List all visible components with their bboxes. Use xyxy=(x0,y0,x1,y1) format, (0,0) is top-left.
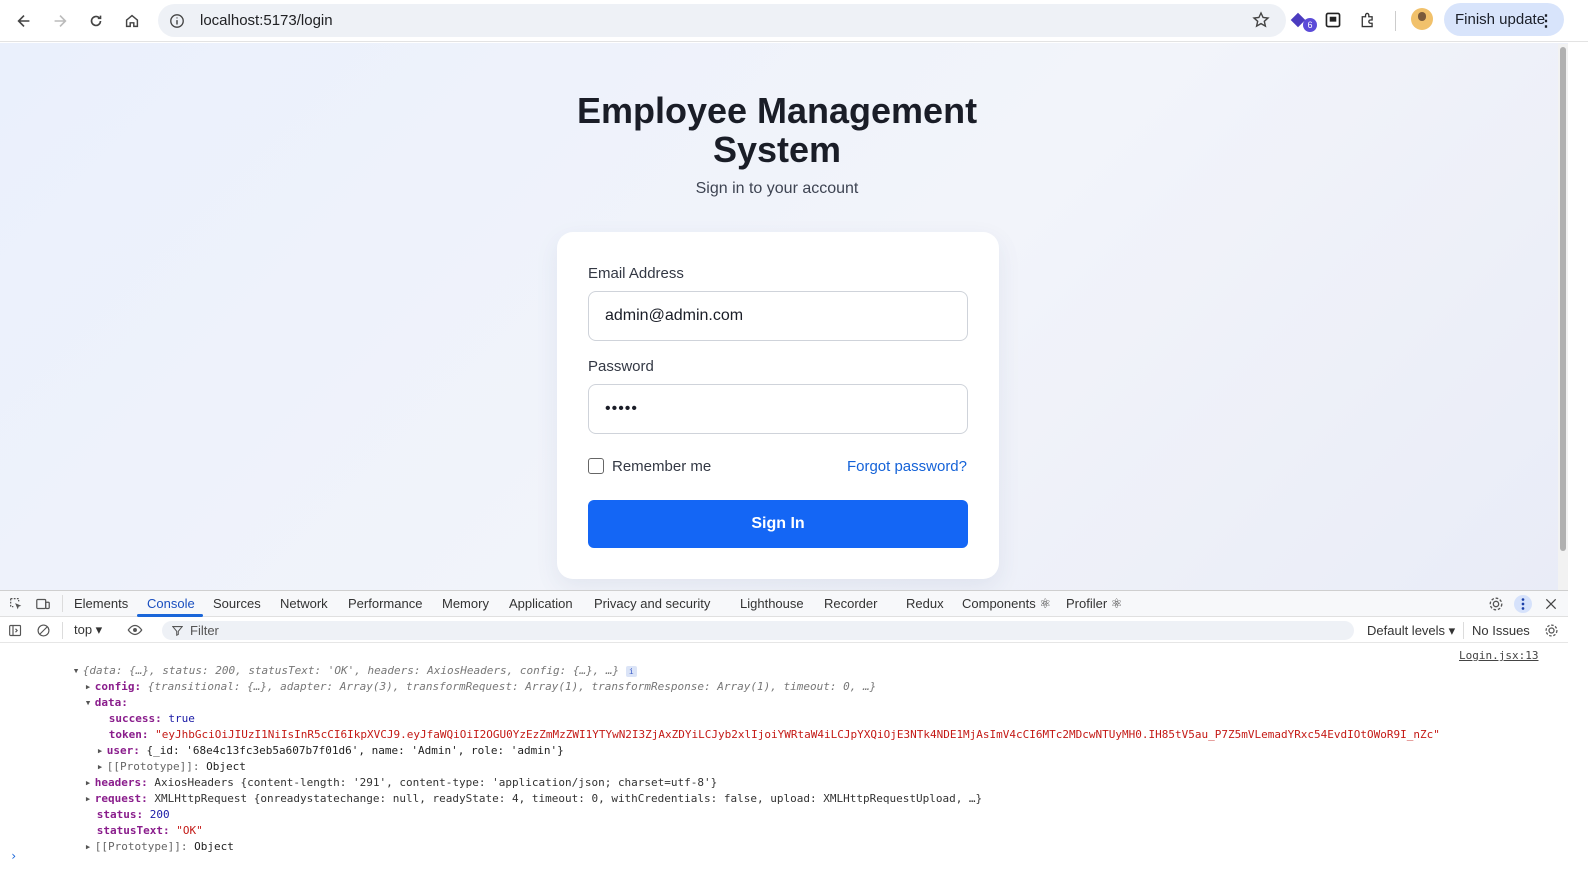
request-value: XMLHttpRequest {onreadystatechange: null… xyxy=(154,792,983,805)
remember-label: Remember me xyxy=(612,458,712,475)
site-info-icon[interactable] xyxy=(168,12,186,30)
email-label: Email Address xyxy=(588,265,684,282)
home-icon[interactable] xyxy=(118,7,146,35)
remember-checkbox[interactable] xyxy=(588,458,604,474)
tab-separator xyxy=(62,595,63,612)
log-levels-dropdown[interactable]: Default levels ▾ xyxy=(1367,623,1455,639)
bookmark-star-icon[interactable] xyxy=(1252,11,1270,29)
tab-application[interactable]: Application xyxy=(509,596,573,611)
login-card: Email Address admin@admin.com Password •… xyxy=(557,232,999,579)
console-settings-icon[interactable] xyxy=(1542,621,1560,639)
close-devtools-icon[interactable] xyxy=(1542,595,1560,613)
tab-lighthouse[interactable]: Lighthouse xyxy=(740,596,804,611)
context-selector[interactable]: top ▾ xyxy=(74,622,102,638)
finish-update-label: Finish update xyxy=(1455,11,1546,28)
puzzle-extensions-icon[interactable] xyxy=(1357,9,1379,31)
filter-placeholder: Filter xyxy=(190,623,219,638)
page-title: Employee Management System xyxy=(576,90,978,170)
profile-avatar[interactable] xyxy=(1411,8,1433,30)
active-tab-indicator xyxy=(137,614,203,617)
filter-icon xyxy=(172,626,183,636)
screenshot-extension-icon[interactable] xyxy=(1322,9,1344,31)
tab-console[interactable]: Console xyxy=(147,596,195,611)
console-prompt-icon[interactable]: › xyxy=(10,849,17,863)
page-subtitle: Sign in to your account xyxy=(695,180,859,197)
clear-console-icon[interactable] xyxy=(34,621,52,639)
expand-arrow-icon[interactable]: ▸ xyxy=(85,840,95,853)
inspect-element-icon[interactable] xyxy=(7,595,25,613)
page-viewport: Employee Management System Sign in to yo… xyxy=(0,43,1568,590)
tab-elements[interactable]: Elements xyxy=(74,596,128,611)
tab-memory[interactable]: Memory xyxy=(442,596,489,611)
live-expression-eye-icon[interactable] xyxy=(126,621,144,639)
back-icon[interactable] xyxy=(10,7,38,35)
forward-icon[interactable] xyxy=(46,7,74,35)
settings-gear-icon[interactable] xyxy=(1487,595,1505,613)
more-menu-icon[interactable]: ⋮ xyxy=(1538,11,1554,31)
sidebar-toggle-icon[interactable] xyxy=(6,621,24,639)
tab-redux[interactable]: Redux xyxy=(906,596,944,611)
address-bar[interactable]: localhost:5173/login xyxy=(158,4,1286,37)
config-value: {transitional: {…}, adapter: Array(3), t… xyxy=(147,680,877,693)
extension-badge: 6 xyxy=(1303,18,1317,32)
sign-in-button[interactable]: Sign In xyxy=(588,500,968,548)
forgot-password-link[interactable]: Forgot password? xyxy=(847,458,967,475)
devtools-panel: Elements Console Sources Network Perform… xyxy=(0,590,1568,876)
tab-privacy-security[interactable]: Privacy and security xyxy=(594,596,710,611)
toolbar-separator xyxy=(62,622,63,639)
console-output: Login.jsx:13 ▾ {data: {…}, status: 200, s… xyxy=(0,645,1568,877)
finish-update-button[interactable]: Finish update ⋮ xyxy=(1444,3,1564,36)
url-text: localhost:5173/login xyxy=(200,12,333,29)
toolbar-divider xyxy=(1395,11,1396,31)
tab-profiler[interactable]: Profiler ⚛ xyxy=(1066,596,1122,612)
scrollbar-thumb[interactable] xyxy=(1560,47,1566,551)
console-toolbar: top ▾ Filter Default levels ▾ No Issues xyxy=(0,618,1568,643)
page-scrollbar[interactable] xyxy=(1558,44,1568,590)
issues-counter[interactable]: No Issues xyxy=(1472,623,1530,638)
email-field[interactable]: admin@admin.com xyxy=(588,291,968,341)
toolbar-separator xyxy=(1463,622,1464,639)
root-prototype-value: Object xyxy=(194,840,234,853)
password-label: Password xyxy=(588,358,654,375)
root-prototype-row[interactable]: ▸ [[Prototype]]: Object xyxy=(45,827,234,866)
tab-sources[interactable]: Sources xyxy=(213,596,261,611)
devtools-tab-bar: Elements Console Sources Network Perform… xyxy=(0,591,1568,617)
browser-toolbar: localhost:5173/login 6 Finish update ⋮ xyxy=(0,0,1588,42)
reload-icon[interactable] xyxy=(82,7,110,35)
console-filter-input[interactable]: Filter xyxy=(162,621,1354,640)
tab-recorder[interactable]: Recorder xyxy=(824,596,877,611)
tab-components[interactable]: Components ⚛ xyxy=(962,596,1051,612)
tab-performance[interactable]: Performance xyxy=(348,596,422,611)
source-link[interactable]: Login.jsx:13 xyxy=(1459,649,1538,662)
device-toolbar-icon[interactable] xyxy=(34,595,52,613)
password-field[interactable]: ••••• xyxy=(588,384,968,434)
customize-menu-icon[interactable] xyxy=(1514,595,1532,613)
tab-network[interactable]: Network xyxy=(280,596,328,611)
